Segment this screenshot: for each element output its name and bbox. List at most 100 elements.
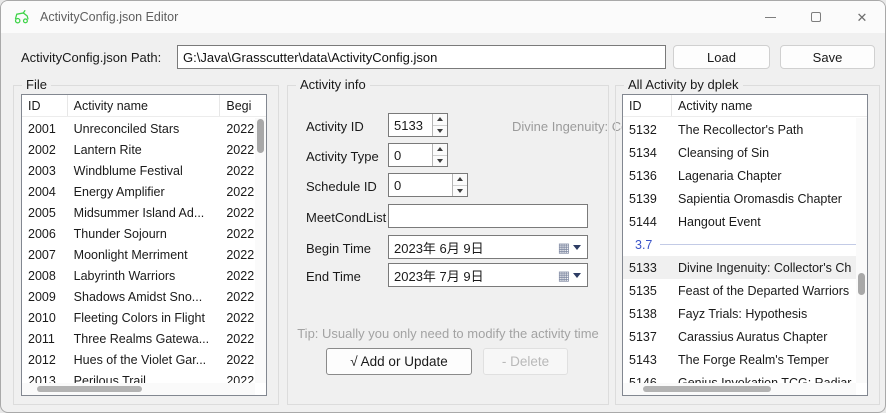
file-list-row[interactable]: 2001Unreconciled Stars2022: [22, 118, 266, 139]
file-vertical-scrollbar[interactable]: [255, 118, 266, 383]
minimize-icon: [765, 17, 776, 18]
all-horizontal-scrollbar[interactable]: [623, 383, 856, 395]
file-col-id[interactable]: ID: [22, 95, 68, 116]
all-activity-row[interactable]: 5135Feast of the Departed Warriors: [623, 279, 867, 302]
file-col-begin[interactable]: Begi: [220, 95, 266, 116]
file-list-row[interactable]: 2010Fleeting Colors in Flight2022: [22, 307, 266, 328]
file-vscroll-thumb[interactable]: [257, 119, 264, 153]
path-input[interactable]: [177, 45, 666, 69]
file-hscroll-thumb[interactable]: [37, 386, 142, 392]
row-name-cell: Thunder Sojourn: [68, 227, 221, 241]
file-list-row[interactable]: 2012Hues of the Violet Gar...2022: [22, 349, 266, 370]
maximize-button[interactable]: [793, 1, 839, 33]
minimize-button[interactable]: [747, 1, 793, 33]
all-col-id[interactable]: ID: [623, 95, 672, 116]
activity-id-spinner[interactable]: 5133: [388, 113, 448, 137]
file-list-row[interactable]: 2006Thunder Sojourn2022: [22, 223, 266, 244]
tip-text: Tip: Usually you only need to modify the…: [288, 326, 608, 341]
row-name-cell: Windblume Festival: [68, 164, 221, 178]
file-rows-container: 2001Unreconciled Stars20222002Lantern Ri…: [22, 118, 266, 395]
file-list-row[interactable]: 2003Windblume Festival2022: [22, 160, 266, 181]
meetcondlist-input[interactable]: [388, 204, 588, 228]
row-id-cell: 5134: [623, 146, 672, 160]
close-icon: ✕: [857, 11, 868, 24]
schedule-id-value[interactable]: 0: [389, 174, 452, 196]
dropdown-arrow-icon[interactable]: [573, 245, 581, 250]
file-horizontal-scrollbar[interactable]: [22, 383, 255, 395]
row-name-cell: Feast of the Departed Warriors: [672, 284, 867, 298]
row-id-cell: 5133: [623, 261, 672, 275]
all-activity-row[interactable]: 5143The Forge Realm's Temper: [623, 348, 867, 371]
all-hscroll-thumb[interactable]: [643, 386, 771, 392]
activity-id-value[interactable]: 5133: [389, 114, 432, 136]
spin-down-button[interactable]: [433, 155, 447, 167]
begin-time-value[interactable]: 2023年 6月 9日: [389, 238, 558, 257]
row-name-cell: Energy Amplifier: [68, 185, 221, 199]
activity-type-value[interactable]: 0: [389, 144, 432, 166]
all-activity-row[interactable]: 5134Cleansing of Sin: [623, 141, 867, 164]
spin-up-button[interactable]: [453, 174, 467, 185]
file-list-row[interactable]: 2007Moonlight Merriment2022: [22, 244, 266, 265]
file-groupbox-title: File: [22, 77, 51, 92]
activity-type-spin-buttons: [432, 144, 447, 166]
all-list-header[interactable]: ID Activity name: [623, 95, 867, 117]
file-list-row[interactable]: 2005Midsummer Island Ad...2022: [22, 202, 266, 223]
row-name-cell: Sapientia Oromasdis Chapter: [672, 192, 867, 206]
row-name-cell: Hangout Event: [672, 215, 867, 229]
delete-button: - Delete: [483, 348, 568, 375]
row-id-cell: 5139: [623, 192, 672, 206]
end-time-picker[interactable]: 2023年 7月 9日 ▦: [388, 263, 588, 287]
row-id-cell: 2006: [22, 227, 68, 241]
begin-time-picker[interactable]: 2023年 6月 9日 ▦: [388, 235, 588, 259]
app-window: ActivityConfig.json Editor ✕ ActivityCon…: [0, 0, 886, 413]
spin-up-button[interactable]: [433, 144, 447, 155]
file-listview[interactable]: ID Activity name Begi 2001Unreconciled S…: [21, 94, 267, 396]
file-list-row[interactable]: 2011Three Realms Gatewa...2022: [22, 328, 266, 349]
grasscutter-app-icon: [13, 9, 31, 25]
row-name-cell: Midsummer Island Ad...: [68, 206, 221, 220]
spin-up-button[interactable]: [433, 114, 447, 125]
all-activity-listview[interactable]: ID Activity name 5132The Recollector's P…: [622, 94, 868, 396]
add-or-update-button[interactable]: √ Add or Update: [326, 348, 472, 375]
all-activity-row[interactable]: 5136Lagenaria Chapter: [623, 164, 867, 187]
spin-down-icon: [437, 129, 443, 133]
spin-down-button[interactable]: [433, 125, 447, 137]
title-bar: ActivityConfig.json Editor ✕: [1, 1, 885, 33]
all-vertical-scrollbar[interactable]: [856, 118, 867, 383]
all-activity-row[interactable]: 5144Hangout Event: [623, 210, 867, 233]
path-label: ActivityConfig.json Path:: [21, 50, 161, 65]
all-activity-row[interactable]: 5132The Recollector's Path: [623, 118, 867, 141]
all-vscroll-thumb[interactable]: [858, 273, 865, 295]
load-button[interactable]: Load: [673, 45, 770, 69]
version-separator-label: 3.7: [623, 238, 652, 252]
file-list-row[interactable]: 2008Labyrinth Warriors2022: [22, 265, 266, 286]
save-button[interactable]: Save: [780, 45, 875, 69]
row-id-cell: 5144: [623, 215, 672, 229]
spin-up-icon: [437, 117, 443, 121]
all-activity-row[interactable]: 5137Carassius Auratus Chapter: [623, 325, 867, 348]
row-id-cell: 2007: [22, 248, 68, 262]
file-col-name[interactable]: Activity name: [68, 95, 221, 116]
end-time-value[interactable]: 2023年 7月 9日: [389, 266, 558, 285]
all-activity-row-selected[interactable]: 5133Divine Ingenuity: Collector's Ch: [623, 256, 867, 279]
row-id-cell: 2009: [22, 290, 68, 304]
all-col-name[interactable]: Activity name: [672, 95, 867, 116]
file-list-header[interactable]: ID Activity name Begi: [22, 95, 266, 117]
schedule-id-label: Schedule ID: [306, 179, 377, 194]
end-time-label: End Time: [306, 269, 361, 284]
close-button[interactable]: ✕: [839, 1, 885, 33]
activity-type-spinner[interactable]: 0: [388, 143, 448, 167]
schedule-id-spinner[interactable]: 0: [388, 173, 468, 197]
file-list-row[interactable]: 2009Shadows Amidst Sno...2022: [22, 286, 266, 307]
spin-down-icon: [457, 189, 463, 193]
dropdown-arrow-icon[interactable]: [573, 273, 581, 278]
row-id-cell: 2001: [22, 122, 68, 136]
file-list-row[interactable]: 2002Lantern Rite2022: [22, 139, 266, 160]
all-activity-row[interactable]: 5138Fayz Trials: Hypothesis: [623, 302, 867, 325]
all-activity-row[interactable]: 5139Sapientia Oromasdis Chapter: [623, 187, 867, 210]
spin-down-button[interactable]: [453, 185, 467, 197]
row-id-cell: 2003: [22, 164, 68, 178]
activity-info-title: Activity info: [296, 77, 370, 92]
row-id-cell: 2008: [22, 269, 68, 283]
file-list-row[interactable]: 2004Energy Amplifier2022: [22, 181, 266, 202]
